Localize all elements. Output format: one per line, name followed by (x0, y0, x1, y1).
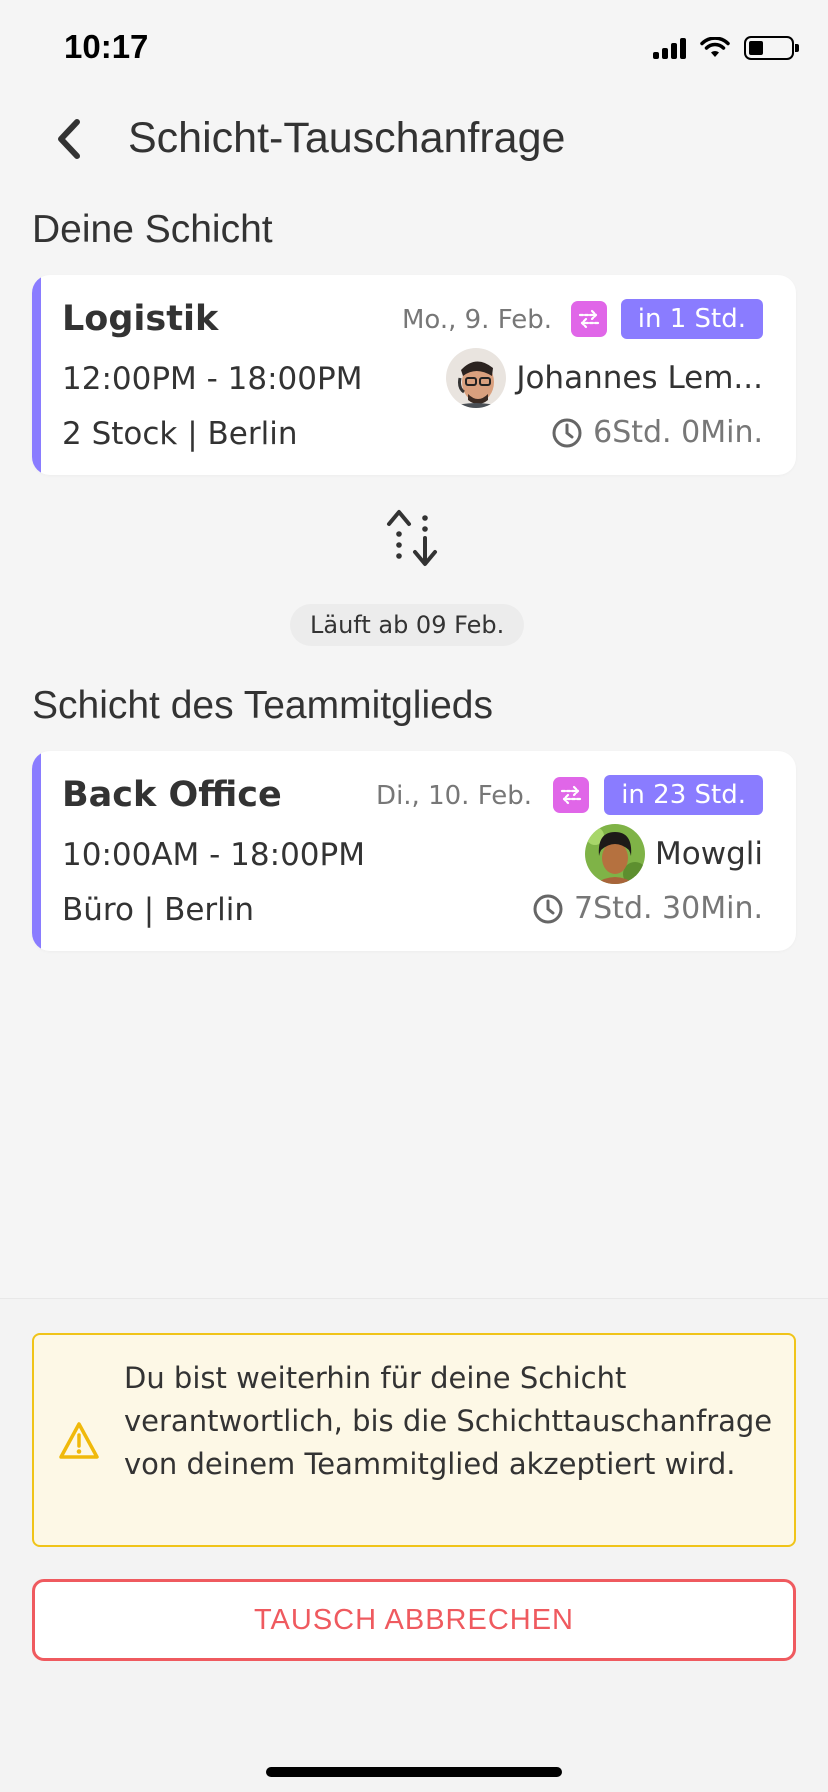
swap-icon (553, 777, 589, 813)
starts-in-badge: in 23 Std. (604, 775, 763, 815)
wifi-icon (700, 37, 730, 57)
status-bar: 10:17 (0, 0, 828, 100)
shift-time: 10:00AM - 18:00PM (62, 837, 365, 873)
notice-text: Du bist weiterhin für deine Schicht vera… (124, 1361, 773, 1481)
page-title: Schicht-Tauschanfrage (128, 114, 566, 162)
bottom-panel: Du bist weiterhin für deine Schicht vera… (0, 1298, 828, 1792)
avatar (446, 348, 507, 408)
assignee-name: Mowgli (655, 836, 763, 872)
shift-location: Büro | Berlin (62, 892, 255, 928)
shift-title: Back Office (62, 775, 282, 815)
shift-duration: 7Std. 30Min. (532, 891, 763, 926)
warning-icon (59, 1422, 99, 1459)
expiry-badge: Läuft ab 09 Feb. (290, 604, 525, 646)
shift-date: Mo., 9. Feb. (401, 305, 552, 335)
battery-icon (744, 36, 799, 60)
status-icons (653, 36, 799, 60)
shift-time: 12:00PM - 18:00PM (62, 361, 363, 397)
shift-duration: 6Std. 0Min. (551, 415, 763, 450)
teammate-shift-heading: Schicht des Teammitglieds (32, 684, 493, 727)
shift-date: Di., 10. Feb. (376, 781, 532, 811)
duration-text: 6Std. 0Min. (593, 415, 763, 450)
chevron-left-icon (58, 119, 80, 159)
status-time: 10:17 (64, 28, 149, 65)
teammate-shift-card[interactable]: Back Office Di., 10. Feb. in 23 Std. 10:… (32, 751, 796, 951)
clock-icon (552, 418, 582, 447)
shift-title: Logistik (62, 299, 219, 339)
shift-assignee: Johannes Lem... (446, 347, 763, 409)
shift-location: 2 Stock | Berlin (62, 416, 298, 452)
starts-in-badge: in 1 Std. (620, 299, 763, 339)
shift-assignee: Mowgli (585, 823, 763, 885)
header: Schicht-Tauschanfrage (0, 100, 828, 180)
cancel-swap-button[interactable]: TAUSCH ABBRECHEN (32, 1579, 796, 1661)
clock-icon (533, 894, 563, 923)
own-shift-heading: Deine Schicht (32, 208, 273, 251)
warning-notice: Du bist weiterhin für deine Schicht vera… (32, 1333, 796, 1547)
card-accent (32, 275, 41, 475)
assignee-name: Johannes Lem... (516, 360, 763, 396)
swap-icon (571, 301, 607, 337)
cellular-signal-icon (653, 37, 686, 59)
card-accent (32, 751, 41, 951)
back-button[interactable] (44, 114, 94, 164)
swap-arrows-icon (387, 510, 437, 566)
own-shift-card[interactable]: Logistik Mo., 9. Feb. in 1 Std. 12:00PM … (32, 275, 796, 475)
home-indicator (266, 1767, 562, 1777)
duration-text: 7Std. 30Min. (574, 891, 763, 926)
avatar (585, 824, 646, 884)
